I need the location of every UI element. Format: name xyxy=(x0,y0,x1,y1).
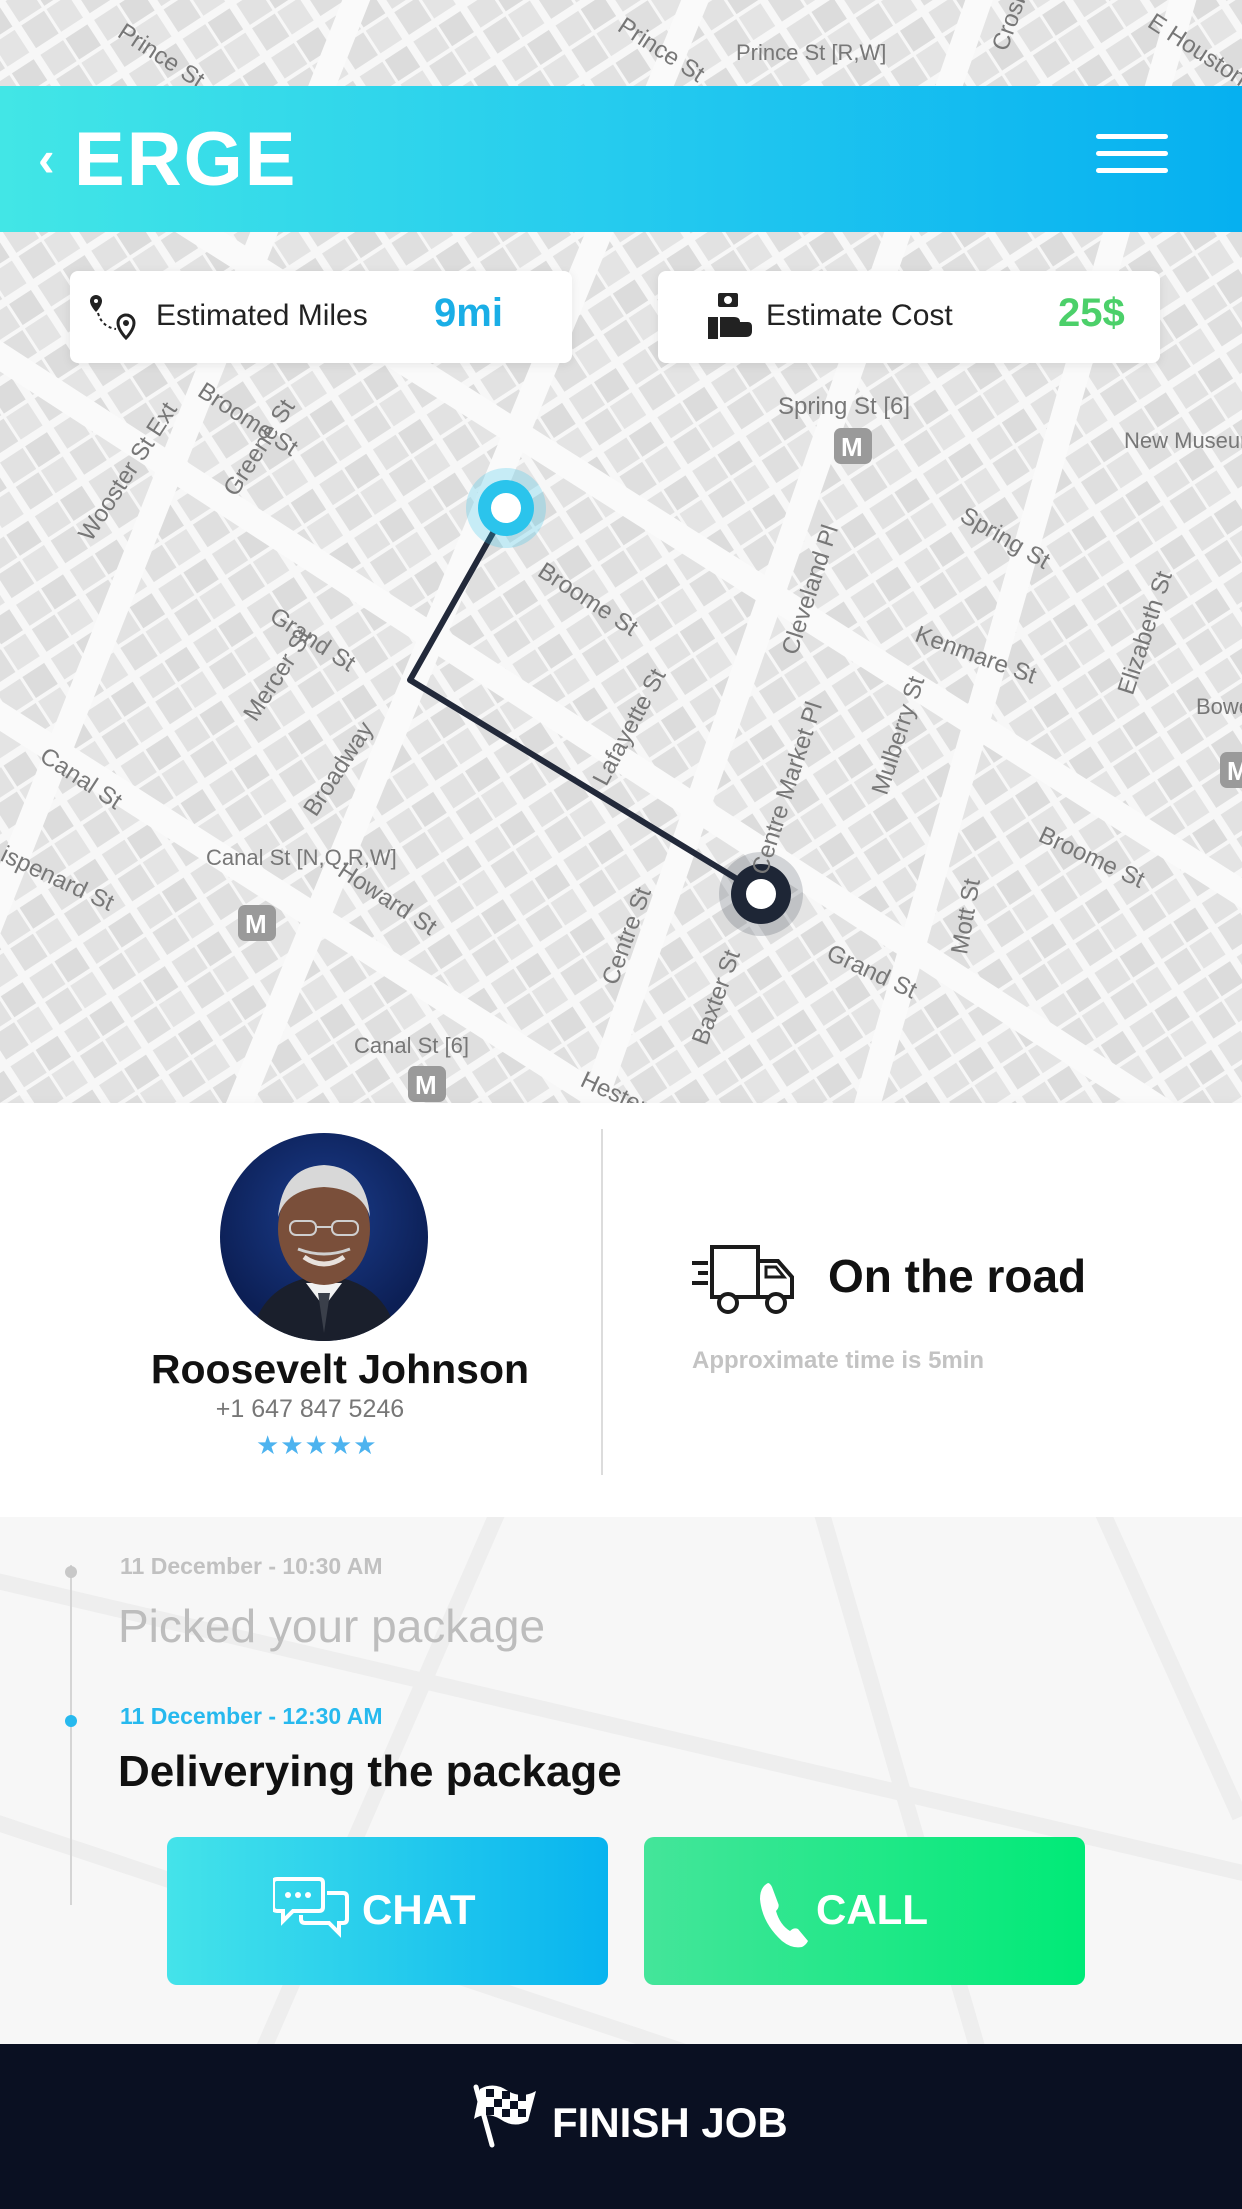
svg-text:M: M xyxy=(245,909,267,939)
driver-photo xyxy=(250,1165,398,1341)
miles-value: 9mi xyxy=(434,291,503,335)
finish-job-button[interactable]: FINISH JOB xyxy=(0,2044,1242,2209)
street-label: Canal St [6] xyxy=(354,1033,469,1058)
cost-value: 25$ xyxy=(1058,291,1125,335)
back-chevron-icon[interactable]: ‹ xyxy=(38,130,55,188)
call-label: CALL xyxy=(816,1886,928,1933)
checkered-flag-icon xyxy=(473,2084,536,2148)
timeline-line xyxy=(70,1565,72,1905)
timeline-date: 11 December - 10:30 AM xyxy=(120,1553,383,1579)
driver-phone[interactable]: +1 647 847 5246 xyxy=(0,1395,620,1424)
route-start-marker xyxy=(466,468,546,548)
cost-label: Estimate Cost xyxy=(766,299,953,332)
svg-text:M: M xyxy=(1227,756,1242,786)
phone-icon xyxy=(760,1883,808,1948)
brand-title: ERGE xyxy=(74,117,298,202)
route-pin-icon xyxy=(90,295,136,341)
money-hand-icon xyxy=(708,293,752,339)
street-label: Bowery [J,M] xyxy=(1196,694,1242,719)
status-title: On the road xyxy=(828,1250,1087,1302)
driver-avatar[interactable] xyxy=(220,1133,428,1341)
driver-name: Roosevelt Johnson xyxy=(150,1346,530,1392)
status-subtitle: Approximate time is 5min xyxy=(692,1347,985,1374)
hamburger-menu-icon[interactable] xyxy=(1096,134,1168,182)
timeline-title: Picked your package xyxy=(118,1600,546,1652)
driver-rating-stars: ★★★★★ xyxy=(256,1431,378,1461)
street-label: New Museum of Contemporary xyxy=(1124,428,1242,453)
timeline-title-active: Deliverying the package xyxy=(118,1747,622,1796)
street-label: Canal St [N,Q,R,W] xyxy=(206,845,397,870)
estimate-cost-card: Estimate Cost 25$ xyxy=(658,271,1160,363)
top-bar: ‹ ERGE xyxy=(0,86,1242,232)
miles-label: Estimated Miles xyxy=(156,299,368,332)
svg-text:M: M xyxy=(841,432,863,462)
estimated-miles-card: Estimated Miles 9mi xyxy=(70,271,572,363)
call-button[interactable]: CALL xyxy=(644,1837,1085,1985)
timeline-dot xyxy=(65,1566,77,1578)
timeline-date: 11 December - 12:30 AM xyxy=(120,1703,383,1729)
delivery-truck-icon xyxy=(692,1245,794,1314)
svg-text:M: M xyxy=(415,1070,437,1100)
finish-job-label: FINISH JOB xyxy=(552,2099,788,2146)
driver-panel: Roosevelt Johnson +1 647 847 5246 ★★★★★ … xyxy=(0,1103,1242,1517)
street-label: Prince St [R,W] xyxy=(736,40,887,65)
street-label: Spring St [6] xyxy=(778,393,911,420)
panel-divider xyxy=(601,1129,603,1475)
chat-label: CHAT xyxy=(362,1886,476,1933)
chat-bubbles-icon xyxy=(273,1877,349,1938)
timeline-dot-active xyxy=(65,1715,77,1727)
chat-button[interactable]: CHAT xyxy=(167,1837,608,1985)
